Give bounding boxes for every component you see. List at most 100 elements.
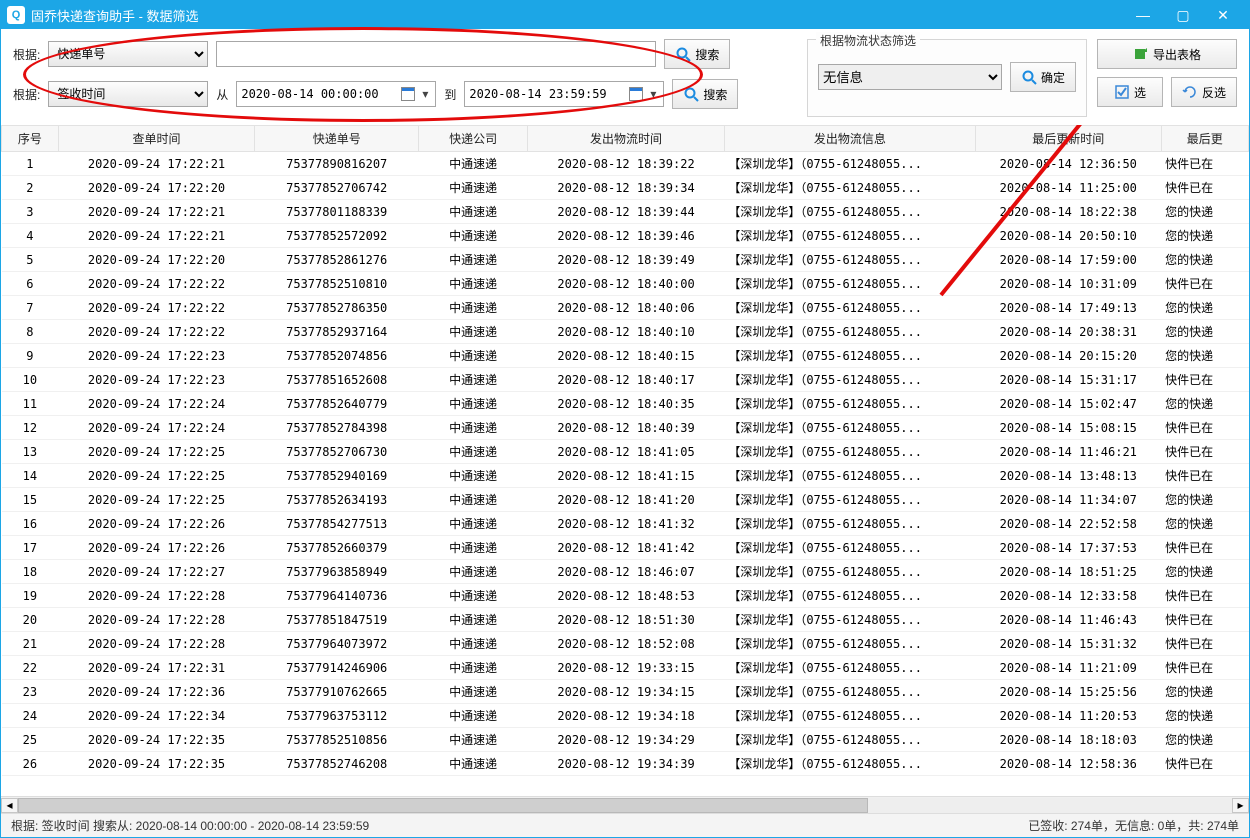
cell-track: 75377910762665 — [255, 680, 419, 704]
cell-company: 中通速递 — [419, 416, 528, 440]
cell-lasttime: 2020-08-14 22:52:58 — [975, 512, 1161, 536]
date-to-value: 2020-08-14 23:59:59 — [469, 87, 625, 101]
table-row[interactable]: 232020-09-24 17:22:3675377910762665中通速递2… — [2, 680, 1249, 704]
cell-lastinfo: 您的快递 — [1161, 248, 1248, 272]
window-title: 固乔快递查询助手 - 数据筛选 — [31, 6, 1123, 25]
cell-sendinfo: 【深圳龙华】（0755-61248055... — [724, 344, 975, 368]
cell-lastinfo: 您的快递 — [1161, 560, 1248, 584]
search-button-1[interactable]: 搜索 — [664, 39, 730, 69]
cell-lastinfo: 您的快递 — [1161, 320, 1248, 344]
search-icon — [683, 86, 699, 102]
cell-seq: 7 — [2, 296, 59, 320]
cell-sendinfo: 【深圳龙华】（0755-61248055... — [724, 368, 975, 392]
data-grid[interactable]: 序号 查单时间 快递单号 快递公司 发出物流时间 发出物流信息 最后更新时间 最… — [1, 125, 1249, 796]
table-row[interactable]: 152020-09-24 17:22:2575377852634193中通速递2… — [2, 488, 1249, 512]
table-row[interactable]: 102020-09-24 17:22:2375377851652608中通速递2… — [2, 368, 1249, 392]
cell-seq: 9 — [2, 344, 59, 368]
cell-lasttime: 2020-08-14 18:18:03 — [975, 728, 1161, 752]
search-button-2[interactable]: 搜索 — [672, 79, 738, 109]
cell-sendtime: 2020-08-12 18:40:06 — [528, 296, 725, 320]
filter-value-input[interactable] — [216, 41, 656, 67]
cell-qtime: 2020-09-24 17:22:26 — [58, 536, 255, 560]
cell-company: 中通速递 — [419, 392, 528, 416]
table-row[interactable]: 92020-09-24 17:22:2375377852074856中通速递20… — [2, 344, 1249, 368]
table-row[interactable]: 182020-09-24 17:22:2775377963858949中通速递2… — [2, 560, 1249, 584]
confirm-button[interactable]: 确定 — [1010, 62, 1076, 92]
invert-icon — [1182, 84, 1198, 100]
date-from-picker[interactable]: 2020-08-14 00:00:00 ▾ — [236, 81, 436, 107]
col-seq[interactable]: 序号 — [2, 126, 59, 152]
table-row[interactable]: 122020-09-24 17:22:2475377852784398中通速递2… — [2, 416, 1249, 440]
table-row[interactable]: 22020-09-24 17:22:2075377852706742中通速递20… — [2, 176, 1249, 200]
cell-qtime: 2020-09-24 17:22:24 — [58, 392, 255, 416]
cell-lastinfo: 快件已在 — [1161, 416, 1248, 440]
table-row[interactable]: 12020-09-24 17:22:2175377890816207中通速递20… — [2, 152, 1249, 176]
scroll-track[interactable] — [18, 798, 1232, 813]
cell-sendinfo: 【深圳龙华】（0755-61248055... — [724, 752, 975, 776]
col-send-time[interactable]: 发出物流时间 — [528, 126, 725, 152]
cell-seq: 4 — [2, 224, 59, 248]
table-row[interactable]: 72020-09-24 17:22:2275377852786350中通速递20… — [2, 296, 1249, 320]
table-row[interactable]: 62020-09-24 17:22:2275377852510810中通速递20… — [2, 272, 1249, 296]
table-row[interactable]: 212020-09-24 17:22:2875377964073972中通速递2… — [2, 632, 1249, 656]
invert-selection-button[interactable]: 反选 — [1171, 77, 1237, 107]
table-row[interactable]: 202020-09-24 17:22:2875377851847519中通速递2… — [2, 608, 1249, 632]
table-row[interactable]: 242020-09-24 17:22:3475377963753112中通速递2… — [2, 704, 1249, 728]
cell-company: 中通速递 — [419, 536, 528, 560]
cell-track: 75377852074856 — [255, 344, 419, 368]
cell-lasttime: 2020-08-14 15:02:47 — [975, 392, 1161, 416]
cell-sendinfo: 【深圳龙华】（0755-61248055... — [724, 584, 975, 608]
table-row[interactable]: 32020-09-24 17:22:2175377801188339中通速递20… — [2, 200, 1249, 224]
filter-field-combo-2[interactable]: 签收时间 — [48, 81, 208, 107]
cell-qtime: 2020-09-24 17:22:34 — [58, 704, 255, 728]
table-row[interactable]: 42020-09-24 17:22:2175377852572092中通速递20… — [2, 224, 1249, 248]
logistics-status-combo[interactable]: 无信息 — [818, 64, 1002, 90]
col-last-time[interactable]: 最后更新时间 — [975, 126, 1161, 152]
cell-sendtime: 2020-08-12 19:34:18 — [528, 704, 725, 728]
maximize-button[interactable]: ▢ — [1163, 1, 1203, 29]
cell-lastinfo: 快件已在 — [1161, 656, 1248, 680]
table-row[interactable]: 162020-09-24 17:22:2675377854277513中通速递2… — [2, 512, 1249, 536]
table-row[interactable]: 52020-09-24 17:22:2075377852861276中通速递20… — [2, 248, 1249, 272]
cell-sendtime: 2020-08-12 18:48:53 — [528, 584, 725, 608]
cell-sendinfo: 【深圳龙华】（0755-61248055... — [724, 152, 975, 176]
minimize-button[interactable]: — — [1123, 1, 1163, 29]
table-row[interactable]: 132020-09-24 17:22:2575377852706730中通速递2… — [2, 440, 1249, 464]
cell-lastinfo: 您的快递 — [1161, 224, 1248, 248]
table-row[interactable]: 112020-09-24 17:22:2475377852640779中通速递2… — [2, 392, 1249, 416]
cell-seq: 22 — [2, 656, 59, 680]
col-send-info[interactable]: 发出物流信息 — [724, 126, 975, 152]
table-row[interactable]: 262020-09-24 17:22:3575377852746208中通速递2… — [2, 752, 1249, 776]
calendar-icon — [629, 87, 643, 101]
export-button[interactable]: 导出表格 — [1097, 39, 1237, 69]
cell-sendtime: 2020-08-12 18:51:30 — [528, 608, 725, 632]
table-row[interactable]: 222020-09-24 17:22:3175377914246906中通速递2… — [2, 656, 1249, 680]
col-query-time[interactable]: 查单时间 — [58, 126, 255, 152]
cell-sendtime: 2020-08-12 18:41:05 — [528, 440, 725, 464]
date-to-picker[interactable]: 2020-08-14 23:59:59 ▾ — [464, 81, 664, 107]
scroll-left-button[interactable]: ◂ — [1, 798, 18, 813]
cell-lastinfo: 快件已在 — [1161, 752, 1248, 776]
cell-company: 中通速递 — [419, 560, 528, 584]
horizontal-scrollbar[interactable]: ◂ ▸ — [1, 796, 1249, 813]
filter-field-combo-1[interactable]: 快递单号 — [48, 41, 208, 67]
cell-sendtime: 2020-08-12 18:52:08 — [528, 632, 725, 656]
table-row[interactable]: 192020-09-24 17:22:2875377964140736中通速递2… — [2, 584, 1249, 608]
select-all-label: 选 — [1134, 84, 1146, 101]
table-row[interactable]: 82020-09-24 17:22:2275377852937164中通速递20… — [2, 320, 1249, 344]
col-last-info[interactable]: 最后更 — [1161, 126, 1248, 152]
table-row[interactable]: 172020-09-24 17:22:2675377852660379中通速递2… — [2, 536, 1249, 560]
scroll-thumb[interactable] — [18, 798, 868, 813]
scroll-right-button[interactable]: ▸ — [1232, 798, 1249, 813]
cell-qtime: 2020-09-24 17:22:23 — [58, 368, 255, 392]
col-company[interactable]: 快递公司 — [419, 126, 528, 152]
cell-track: 75377963858949 — [255, 560, 419, 584]
select-all-button[interactable]: 选 — [1097, 77, 1163, 107]
table-row[interactable]: 252020-09-24 17:22:3575377852510856中通速递2… — [2, 728, 1249, 752]
cell-qtime: 2020-09-24 17:22:23 — [58, 344, 255, 368]
cell-company: 中通速递 — [419, 488, 528, 512]
close-button[interactable]: ✕ — [1203, 1, 1243, 29]
col-tracking-no[interactable]: 快递单号 — [255, 126, 419, 152]
table-row[interactable]: 142020-09-24 17:22:2575377852940169中通速递2… — [2, 464, 1249, 488]
cell-qtime: 2020-09-24 17:22:25 — [58, 464, 255, 488]
